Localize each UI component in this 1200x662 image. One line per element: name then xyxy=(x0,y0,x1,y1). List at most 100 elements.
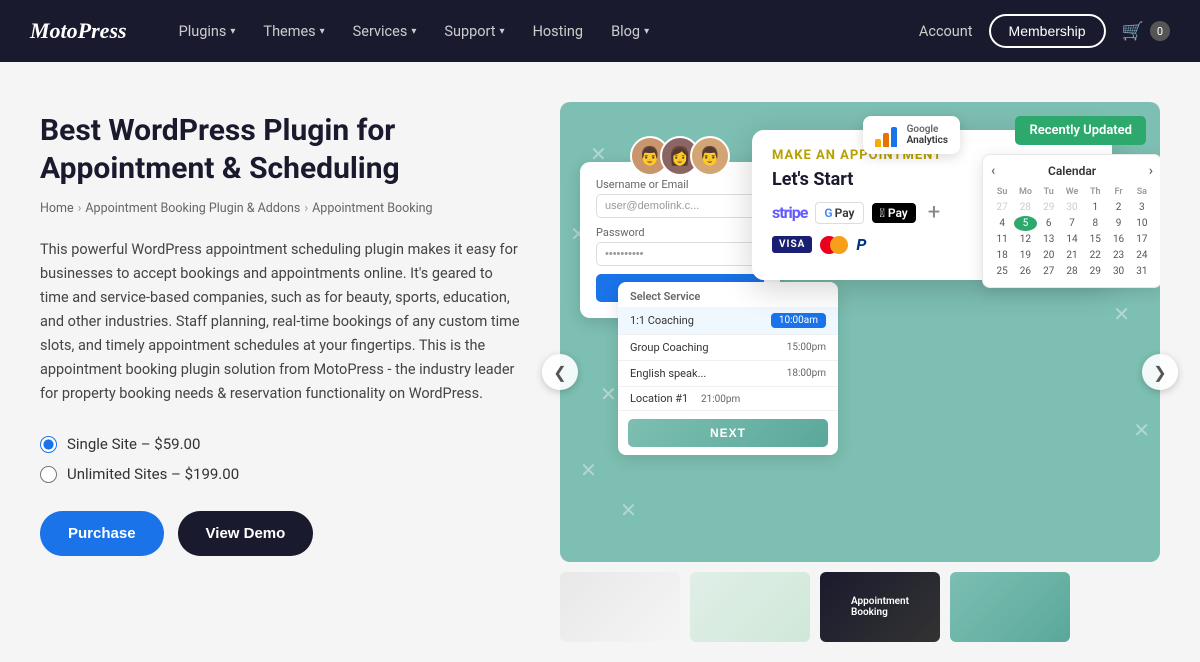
cal-day[interactable]: 12 xyxy=(1014,232,1036,247)
cal-day[interactable]: 28 xyxy=(1014,200,1036,215)
ga-label: Google Analytics xyxy=(907,124,948,146)
calendar-header: ‹ Calendar › xyxy=(991,163,1153,179)
cal-day[interactable]: 4 xyxy=(991,216,1013,231)
service-item[interactable]: 1:1 Coaching 10:00am xyxy=(618,307,838,335)
cal-day[interactable]: 22 xyxy=(1084,248,1106,263)
cal-day[interactable]: 19 xyxy=(1014,248,1036,263)
recently-updated-badge: Recently Updated xyxy=(1015,116,1146,145)
page-title: Best WordPress Plugin for Appointment & … xyxy=(40,112,520,187)
cal-day[interactable]: 27 xyxy=(991,200,1013,215)
cal-day[interactable]: 21 xyxy=(1061,248,1083,263)
nav-hosting[interactable]: Hosting xyxy=(521,15,596,48)
cal-day[interactable]: 30 xyxy=(1107,264,1129,279)
cal-day[interactable]: 23 xyxy=(1107,248,1129,263)
breadcrumb-current: Appointment Booking xyxy=(312,201,432,216)
main-content: Best WordPress Plugin for Appointment & … xyxy=(0,62,1200,662)
email-label: Username or Email xyxy=(596,178,764,191)
avatar: 👨 xyxy=(690,136,730,176)
chevron-down-icon: ▾ xyxy=(411,26,416,37)
carousel-next-button[interactable]: ❯ xyxy=(1142,354,1178,390)
cal-day[interactable]: 1 xyxy=(1084,200,1106,215)
nav-services[interactable]: Services ▾ xyxy=(341,15,429,48)
cal-day[interactable]: 13 xyxy=(1038,232,1060,247)
cal-day[interactable]: 11 xyxy=(991,232,1013,247)
account-link[interactable]: Account xyxy=(919,23,973,40)
breadcrumb-parent[interactable]: Appointment Booking Plugin & Addons xyxy=(85,201,300,216)
cal-day[interactable]: 6 xyxy=(1038,216,1060,231)
cal-day[interactable]: 29 xyxy=(1084,264,1106,279)
apple-pay-button[interactable]:  Pay xyxy=(872,203,916,223)
pricing-options: Single Site – $59.00 Unlimited Sites – $… xyxy=(40,435,520,483)
cart-button[interactable]: 🛒 0 xyxy=(1122,21,1170,42)
breadcrumb-home[interactable]: Home xyxy=(40,201,74,216)
cal-day[interactable]: 8 xyxy=(1084,216,1106,231)
gpay-button[interactable]: G Pay xyxy=(815,202,863,224)
cal-day[interactable]: 16 xyxy=(1107,232,1129,247)
decorative-cross: ✕ xyxy=(1133,418,1150,442)
nav-themes[interactable]: Themes ▾ xyxy=(251,15,336,48)
pricing-option-unlimited[interactable]: Unlimited Sites – $199.00 xyxy=(40,465,520,483)
pricing-option-single[interactable]: Single Site – $59.00 xyxy=(40,435,520,453)
carousel-prev-button[interactable]: ❮ xyxy=(542,354,578,390)
cal-day[interactable]: 7 xyxy=(1061,216,1083,231)
mastercard-badge xyxy=(820,236,848,254)
service-name: Group Coaching xyxy=(630,341,709,354)
cal-day[interactable]: 9 xyxy=(1107,216,1129,231)
password-input[interactable] xyxy=(596,242,764,266)
calendar-widget: ‹ Calendar › Su Mo Tu We Th Fr Sa 27 28 xyxy=(982,154,1160,288)
cart-icon: 🛒 xyxy=(1122,21,1144,42)
cal-prev-button[interactable]: ‹ xyxy=(991,163,995,179)
cal-day[interactable]: 28 xyxy=(1061,264,1083,279)
cal-day[interactable]: 3 xyxy=(1131,200,1153,215)
pricing-radio-unlimited[interactable] xyxy=(40,466,57,483)
site-logo[interactable]: MotoPress xyxy=(30,18,127,44)
cal-day[interactable]: 14 xyxy=(1061,232,1083,247)
cal-day[interactable]: 29 xyxy=(1038,200,1060,215)
nav-plugins[interactable]: Plugins ▾ xyxy=(167,15,248,48)
add-payment-icon[interactable]: + xyxy=(928,200,940,225)
membership-button[interactable]: Membership xyxy=(989,14,1106,48)
cal-day[interactable]: 24 xyxy=(1131,248,1153,263)
purchase-button[interactable]: Purchase xyxy=(40,511,164,556)
service-item[interactable]: Group Coaching 15:00pm xyxy=(618,335,838,361)
email-input[interactable] xyxy=(596,194,764,218)
service-item[interactable]: Location #1 21:00pm xyxy=(618,387,838,411)
service-item[interactable]: English speak... 18:00pm xyxy=(618,361,838,387)
decorative-cross: ✕ xyxy=(600,382,617,406)
cal-day[interactable]: 15 xyxy=(1084,232,1106,247)
cal-day[interactable]: 25 xyxy=(991,264,1013,279)
ga-badge: Google Analytics xyxy=(863,116,960,154)
cal-next-button[interactable]: › xyxy=(1149,163,1153,179)
cal-day[interactable]: 2 xyxy=(1107,200,1129,215)
pricing-radio-single[interactable] xyxy=(40,436,57,453)
service-time: 10:00am xyxy=(771,313,826,328)
cal-day[interactable]: 20 xyxy=(1038,248,1060,263)
pricing-label-unlimited: Unlimited Sites – $199.00 xyxy=(67,465,239,483)
cart-count: 0 xyxy=(1150,21,1170,41)
password-label: Password xyxy=(596,226,764,239)
ga-icon xyxy=(875,123,899,147)
service-time: 15:00pm xyxy=(787,342,826,353)
service-header: Select Service xyxy=(618,282,838,307)
chevron-down-icon: ▾ xyxy=(500,26,505,37)
cal-day[interactable]: 27 xyxy=(1038,264,1060,279)
right-panel: ✕ ✕ ✕ ✕ ✕ ✕ ✕ Recently Updated Google An… xyxy=(560,102,1160,642)
cal-day[interactable]: 26 xyxy=(1014,264,1036,279)
chevron-down-icon: ▾ xyxy=(644,26,649,37)
cal-day[interactable]: 31 xyxy=(1131,264,1153,279)
cal-day[interactable]: 30 xyxy=(1061,200,1083,215)
chevron-down-icon: ▾ xyxy=(230,26,235,37)
next-button[interactable]: NEXT xyxy=(628,419,828,447)
cal-day[interactable]: 10 xyxy=(1131,216,1153,231)
nav-blog[interactable]: Blog ▾ xyxy=(599,15,661,48)
cal-day-today[interactable]: 5 xyxy=(1014,216,1036,231)
decorative-cross: ✕ xyxy=(580,458,597,482)
cal-day[interactable]: 18 xyxy=(991,248,1013,263)
page-description: This powerful WordPress appointment sche… xyxy=(40,238,520,405)
breadcrumb: Home › Appointment Booking Plugin & Addo… xyxy=(40,201,520,216)
hero-background: ✕ ✕ ✕ ✕ ✕ ✕ ✕ Recently Updated Google An… xyxy=(560,102,1160,562)
nav-support[interactable]: Support ▾ xyxy=(432,15,516,48)
nav-right: Account Membership 🛒 0 xyxy=(919,14,1170,48)
cal-day[interactable]: 17 xyxy=(1131,232,1153,247)
view-demo-button[interactable]: View Demo xyxy=(178,511,314,556)
